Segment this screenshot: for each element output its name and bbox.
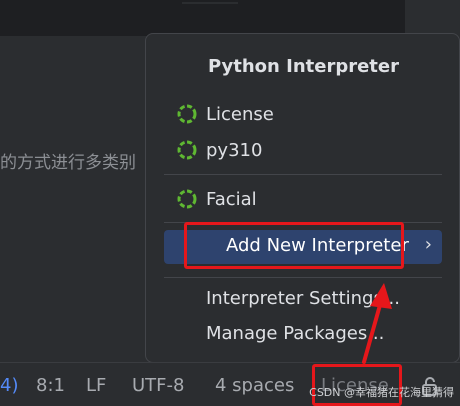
editor-text-line: 的方式进行多类别 [0,153,136,173]
spinner-icon [177,140,197,160]
interpreter-item-license[interactable]: License [146,98,460,130]
spinner-icon [177,104,197,124]
interpreter-settings-item[interactable]: Interpreter Settings... [146,282,460,314]
popup-divider [164,174,442,175]
manage-packages-item[interactable]: Manage Packages... [146,317,460,349]
caret-position[interactable]: 8:1 [36,375,65,396]
interpreter-label: Facial [206,188,257,210]
editor-tab-area [0,0,405,36]
popup-title: Python Interpreter [208,56,399,77]
popup-divider [164,277,442,278]
annotation-highlight-add-interpreter [184,222,404,269]
watermark: CSDN @幸福猪在花海里猜得 [309,386,454,399]
interpreter-item-facial[interactable]: Facial [146,183,460,215]
python-interpreter-popup: Python Interpreter License py310 Facial … [145,33,460,363]
interpreter-label: License [206,103,274,125]
file-encoding[interactable]: UTF-8 [132,375,184,396]
interpreter-item-py310[interactable]: py310 [146,134,460,166]
manage-packages-label: Manage Packages... [206,322,385,344]
interpreter-label: py310 [206,139,263,161]
status-fragment[interactable]: 4) [0,375,18,396]
editor-tab-underline [182,0,238,4]
indent-setting[interactable]: 4 spaces [215,375,294,396]
spinner-icon [177,189,197,209]
line-ending[interactable]: LF [86,375,106,396]
chevron-right-icon: › [424,234,432,255]
interpreter-settings-label: Interpreter Settings... [206,287,401,309]
